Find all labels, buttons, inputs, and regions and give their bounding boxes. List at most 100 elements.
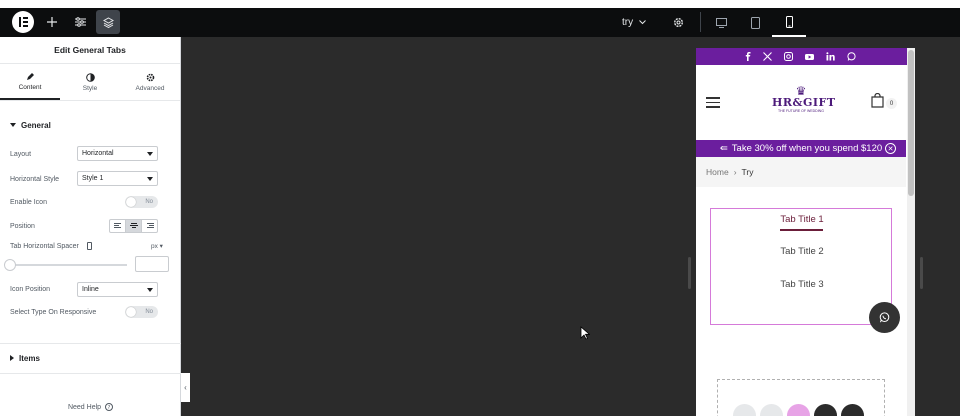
add-ai-icon[interactable]	[787, 404, 810, 416]
logo-text: HR&GIFT	[772, 96, 836, 109]
scrollbar-thumb[interactable]	[908, 50, 914, 196]
need-help-label: Need Help	[67, 403, 102, 411]
whatsapp-float-button[interactable]	[869, 302, 900, 333]
preview-resize-handle-right[interactable]	[920, 257, 923, 289]
gear-icon	[146, 73, 154, 81]
social-bar	[696, 48, 915, 65]
toggle-state: No	[145, 199, 153, 205]
youtube-icon[interactable]	[805, 52, 814, 61]
toggle-state: No	[145, 309, 153, 315]
collapse-panel-button[interactable]: ‹	[181, 373, 190, 402]
promo-text: Take 30% off when you spend $120	[731, 143, 883, 154]
gear-icon[interactable]	[666, 10, 690, 34]
tablet-icon[interactable]	[738, 8, 772, 37]
cart-count-badge: 0	[886, 98, 897, 109]
tab-content[interactable]: Content	[0, 64, 60, 100]
facebook-icon[interactable]	[745, 52, 751, 61]
general-tabs-widget[interactable]: Tab Title 1 Tab Title 2 Tab Title 3	[710, 208, 892, 325]
select-value: Inline	[82, 286, 99, 293]
select-value: Style 1	[82, 175, 104, 182]
caret-right-icon	[10, 355, 14, 361]
need-help-link[interactable]: Need Help ?	[0, 403, 181, 411]
section-title: Items	[19, 353, 40, 363]
caret-down-icon	[147, 152, 153, 156]
svg-text:?: ?	[108, 405, 111, 411]
control-label: Select Type On Responsive	[10, 308, 97, 316]
control-label: Enable Icon	[10, 198, 47, 206]
breadcrumb: Home › Try	[696, 157, 906, 187]
align-left-icon[interactable]	[110, 220, 126, 232]
mobile-icon[interactable]	[772, 8, 806, 37]
spacer-slider-track[interactable]	[10, 264, 127, 266]
cart-icon[interactable]	[871, 93, 884, 108]
align-right-icon[interactable]	[142, 220, 157, 232]
spacer-slider-handle[interactable]	[4, 259, 16, 271]
instagram-icon[interactable]	[784, 52, 793, 61]
hamburger-menu-icon[interactable]	[706, 97, 720, 108]
icon-position-select[interactable]: Inline	[77, 282, 158, 297]
plus-icon[interactable]	[40, 10, 64, 34]
section-title: General	[21, 120, 51, 130]
select-value: Horizontal	[82, 150, 114, 157]
section-divider	[0, 373, 181, 374]
mobile-preview: ♛ HR&GIFT THE FUTURE OF WEDDING 0 ⇚ Take…	[696, 48, 915, 416]
control-spacer: Tab Horizontal Spacer	[10, 238, 170, 254]
chevron-left-icon: ‹	[184, 383, 187, 392]
breadcrumb-home[interactable]: Home	[706, 167, 729, 177]
close-icon[interactable]: ✕	[885, 143, 896, 154]
layout-select[interactable]: Horizontal	[77, 146, 158, 161]
site-name: try	[622, 16, 634, 28]
tab-title-3[interactable]: Tab Title 3	[711, 279, 893, 290]
sliders-icon[interactable]	[68, 10, 92, 34]
tab-style[interactable]: Style	[60, 64, 120, 100]
tab-label: Advanced	[135, 84, 165, 92]
x-icon[interactable]	[763, 52, 772, 61]
toggle-knob	[126, 307, 136, 317]
site-logo[interactable]: ♛ HR&GIFT THE FUTURE OF WEDDING	[772, 85, 836, 123]
half-circle-icon	[85, 72, 95, 82]
control-label: Position	[10, 222, 35, 230]
add-kit-icon[interactable]	[841, 404, 864, 416]
control-label: Horizontal Style	[10, 175, 60, 183]
whatsapp-icon[interactable]	[847, 52, 856, 61]
tab-advanced[interactable]: Advanced	[120, 64, 180, 100]
logo-tagline: THE FUTURE OF WEDDING	[778, 109, 824, 113]
site-selector[interactable]: try	[622, 10, 646, 34]
mouse-cursor-icon	[580, 326, 590, 340]
caret-down-icon	[147, 288, 153, 292]
active-tab-underline	[780, 229, 823, 231]
pencil-icon	[26, 72, 34, 80]
tab-title-2[interactable]: Tab Title 2	[711, 246, 893, 257]
desktop-icon[interactable]	[704, 8, 738, 37]
breadcrumb-current: Try	[741, 167, 754, 177]
preview-resize-handle-left[interactable]	[688, 257, 691, 289]
add-x-icon[interactable]	[814, 404, 837, 416]
mobile-icon	[86, 242, 92, 250]
control-label: Layout	[10, 150, 32, 158]
add-template-folder-icon[interactable]	[760, 404, 783, 416]
promo-bar: ⇚ Take 30% off when you spend $120 ✕	[696, 140, 906, 157]
unit-selector[interactable]: px ▾	[151, 242, 163, 250]
chevron-right-icon: ›	[733, 167, 737, 177]
section-items-header[interactable]: Items	[0, 347, 181, 369]
tab-title-1[interactable]: Tab Title 1	[711, 214, 893, 225]
editor-panel: Edit General Tabs Content Style Advanced…	[0, 37, 181, 416]
toggle-knob	[126, 197, 136, 207]
window-top-strip	[0, 0, 960, 8]
align-center-icon[interactable]	[126, 220, 142, 232]
whatsapp-icon	[879, 312, 890, 323]
add-section-plus-icon[interactable]	[733, 404, 756, 416]
layers-icon[interactable]	[96, 10, 120, 34]
horizontal-style-select[interactable]: Style 1	[77, 171, 158, 186]
elementor-logo-icon[interactable]	[12, 11, 34, 33]
spacer-input[interactable]	[135, 256, 169, 272]
responsive-toggle[interactable]: No	[125, 306, 158, 318]
control-label: Icon Position	[10, 285, 51, 293]
section-general-header[interactable]: General	[0, 114, 181, 136]
preview-scrollbar[interactable]	[907, 48, 915, 416]
chevron-down-icon	[639, 19, 646, 24]
enable-icon-toggle[interactable]: No	[125, 196, 158, 208]
linkedin-icon[interactable]	[826, 52, 835, 61]
position-choices	[109, 219, 158, 233]
caret-down-icon	[10, 123, 16, 127]
